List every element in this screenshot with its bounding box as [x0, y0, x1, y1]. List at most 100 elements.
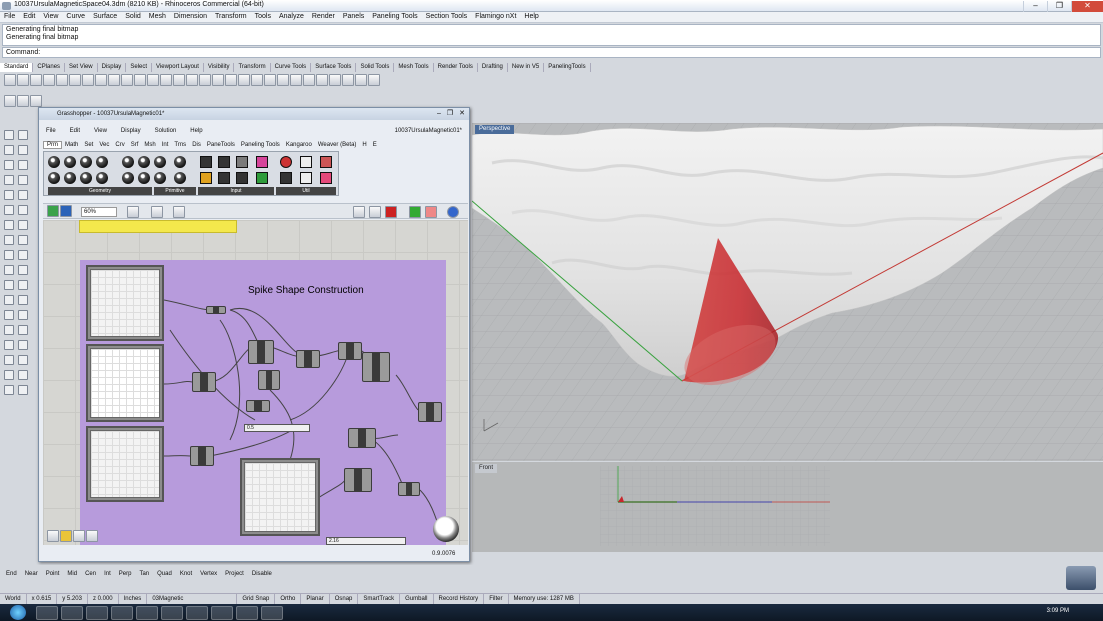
menu-flamingo[interactable]: Flamingo nXt — [471, 12, 520, 22]
gh-bottom-tool-icon[interactable] — [60, 530, 72, 542]
toggle-planar[interactable]: Planar — [301, 594, 330, 604]
layer-icon[interactable] — [264, 74, 276, 86]
arrow-right-icon[interactable] — [300, 156, 312, 168]
select-arrow-icon[interactable] — [4, 130, 14, 140]
tab-mesh-tools[interactable]: Mesh Tools — [394, 62, 434, 72]
clock[interactable]: 3:09 PM — [1047, 608, 1069, 614]
osnap-knot[interactable]: Knot — [180, 571, 192, 577]
gh-tab-transform[interactable]: Trns — [171, 142, 189, 148]
close-button[interactable]: ✕ — [1071, 0, 1103, 12]
four-view-icon[interactable] — [212, 74, 224, 86]
menu-render[interactable]: Render — [308, 12, 339, 22]
globe-icon[interactable] — [30, 95, 42, 107]
toggle-smarttrack[interactable]: SmartTrack — [358, 594, 401, 604]
taskbar-grasshopper-icon[interactable] — [186, 605, 208, 620]
gh-close-button[interactable]: ✕ — [459, 109, 465, 117]
zoom-level[interactable]: 60% — [81, 207, 117, 217]
gh-node[interactable] — [362, 352, 390, 382]
slider-icon[interactable] — [218, 156, 230, 168]
toggle-grid-snap[interactable]: Grid Snap — [237, 594, 276, 604]
menu-analyze[interactable]: Analyze — [275, 12, 308, 22]
gh-node[interactable] — [192, 372, 216, 392]
gh-menu-view[interactable]: View — [87, 128, 114, 134]
gh-eye-icon[interactable] — [151, 206, 163, 218]
graph-panel-4[interactable] — [240, 458, 320, 536]
gh-shaded-icon[interactable] — [385, 206, 397, 218]
tab-new-in-v5[interactable]: New in V5 — [508, 62, 545, 72]
number-slider[interactable]: 0.5 — [244, 424, 310, 432]
surface-icon[interactable] — [4, 235, 14, 245]
gh-bottom-tool-icon[interactable] — [73, 530, 85, 542]
gh-node[interactable] — [258, 370, 280, 390]
menu-paneling-tools[interactable]: Paneling Tools — [368, 12, 421, 22]
scale-icon[interactable] — [18, 295, 28, 305]
print-icon[interactable] — [43, 74, 55, 86]
light-icon[interactable] — [342, 74, 354, 86]
rotate-icon[interactable] — [4, 295, 14, 305]
properties-icon[interactable] — [277, 74, 289, 86]
material-icon[interactable] — [329, 74, 341, 86]
ellipse-icon[interactable] — [4, 175, 14, 185]
gh-tab-math[interactable]: Math — [62, 142, 81, 148]
explode-icon[interactable] — [18, 325, 28, 335]
gh-tab-surface[interactable]: Srf — [128, 142, 142, 148]
gh-colors-icon[interactable] — [409, 206, 421, 218]
render-tool-icon[interactable] — [18, 385, 28, 395]
minimize-button[interactable]: – — [1023, 0, 1047, 12]
menu-curve[interactable]: Curve — [62, 12, 89, 22]
gh-node[interactable] — [348, 428, 376, 448]
note-panel[interactable] — [79, 220, 237, 233]
gh-preview-icon[interactable] — [353, 206, 365, 218]
group-util[interactable]: Util — [276, 187, 336, 195]
hide-icon[interactable] — [238, 74, 250, 86]
paste-icon[interactable] — [95, 74, 107, 86]
undo-icon[interactable] — [108, 74, 120, 86]
extend-icon[interactable] — [18, 220, 28, 230]
plane-param-icon[interactable] — [80, 172, 92, 184]
curve-icon[interactable] — [18, 145, 28, 155]
number-slider[interactable]: 2.16 — [326, 537, 406, 545]
taskbar-app-icon[interactable] — [111, 605, 133, 620]
split-icon[interactable] — [18, 340, 28, 350]
menu-surface[interactable]: Surface — [89, 12, 121, 22]
join-icon[interactable] — [4, 325, 14, 335]
curve-param-icon[interactable] — [96, 156, 108, 168]
group-spike-shape[interactable]: Spike Shape Construction 0.5 2.16 — [80, 260, 446, 545]
toggle-gumball[interactable]: Gumball — [400, 594, 434, 604]
group-geometry[interactable]: Geometry — [48, 187, 152, 195]
boolean-icon[interactable] — [18, 265, 28, 275]
group-primitive[interactable]: Primitive — [154, 187, 196, 195]
gh-minimize-button[interactable]: – — [437, 110, 441, 117]
taskbar-ie-icon[interactable] — [36, 605, 58, 620]
circle-icon[interactable] — [4, 160, 14, 170]
gh-node[interactable] — [248, 340, 274, 364]
osnap-vertex[interactable]: Vertex — [200, 571, 217, 577]
plugin-icon[interactable] — [17, 95, 29, 107]
front-label[interactable]: Front — [475, 464, 498, 473]
knob-icon[interactable] — [236, 172, 248, 184]
rotate-view-icon[interactable] — [147, 74, 159, 86]
gh-tab-mesh[interactable]: Msh — [141, 142, 158, 148]
front-viewport[interactable]: Front — [472, 462, 1103, 552]
color-wheel-icon[interactable] — [256, 172, 268, 184]
point-param-icon[interactable] — [64, 156, 76, 168]
gh-node[interactable] — [418, 402, 442, 422]
menu-dimension[interactable]: Dimension — [170, 12, 211, 22]
shade-icon[interactable] — [303, 74, 315, 86]
arc-icon[interactable] — [18, 160, 28, 170]
menu-panels[interactable]: Panels — [339, 12, 368, 22]
start-button[interactable] — [10, 605, 26, 620]
menu-help[interactable]: Help — [520, 12, 542, 22]
gh-fit-icon[interactable] — [127, 206, 139, 218]
vector-param-icon[interactable] — [80, 156, 92, 168]
osnap-cen[interactable]: Cen — [85, 571, 96, 577]
tab-cplanes[interactable]: CPlanes — [33, 62, 66, 72]
mesh-param-icon[interactable] — [154, 156, 166, 168]
gh-node[interactable] — [246, 400, 270, 412]
taskbar-app-icon[interactable] — [236, 605, 258, 620]
pan-icon[interactable] — [134, 74, 146, 86]
tab-render-tools[interactable]: Render Tools — [434, 62, 478, 72]
move-icon[interactable] — [4, 280, 14, 290]
gh-bottom-tool-icon[interactable] — [86, 530, 98, 542]
help-icon[interactable] — [368, 74, 380, 86]
